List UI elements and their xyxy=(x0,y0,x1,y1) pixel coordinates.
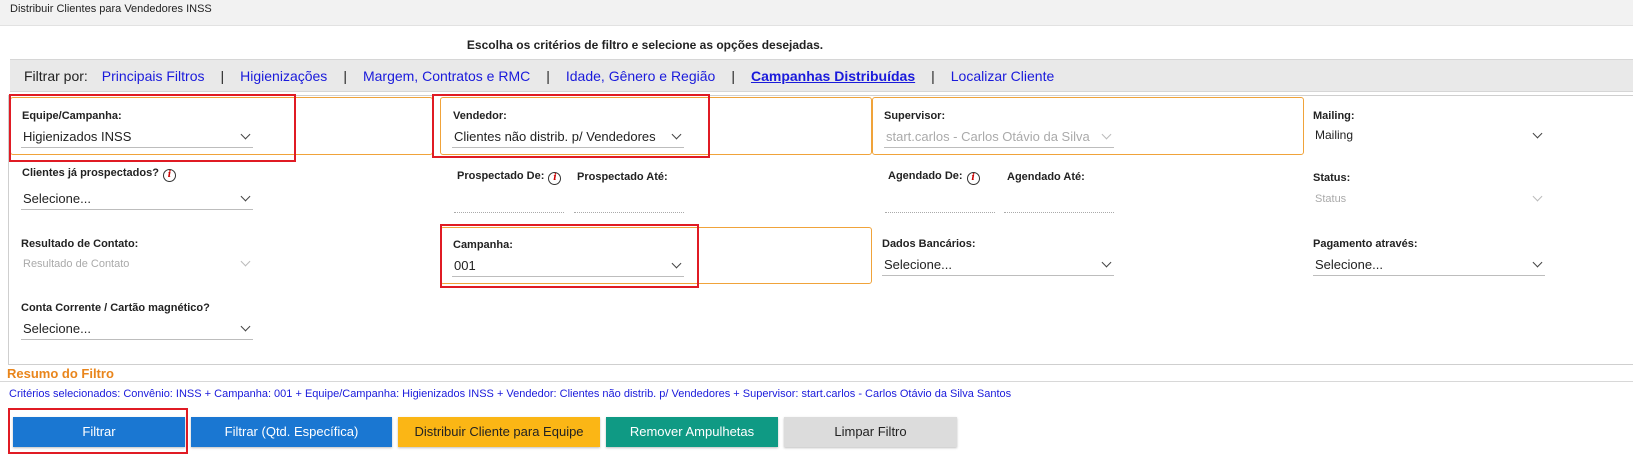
filter-tabs-bar: Filtrar por: Principais Filtros | Higien… xyxy=(10,59,1633,92)
dados-bancarios-select[interactable]: Selecione... xyxy=(882,254,1114,276)
tab-separator: | xyxy=(343,67,347,84)
agendado-de-input[interactable] xyxy=(885,193,995,213)
chevron-down-icon xyxy=(240,256,251,267)
prospectado-de-label: Prospectado De: i xyxy=(457,170,562,185)
conta-corrente-label: Conta Corrente / Cartão magnético? xyxy=(21,302,210,314)
tab-separator: | xyxy=(731,67,735,84)
chevron-down-icon xyxy=(671,129,682,140)
status-label: Status: xyxy=(1313,172,1351,184)
status-select[interactable]: Status xyxy=(1313,188,1545,210)
chevron-down-icon xyxy=(240,191,251,202)
dados-bancarios-value: Selecione... xyxy=(884,257,952,272)
prospectado-ate-label: Prospectado Até: xyxy=(577,171,668,183)
prospectado-de-text: Prospectado De: xyxy=(457,170,545,182)
supervisor-value: start.carlos - Carlos Otávio da Silva xyxy=(886,129,1090,144)
chevron-down-icon xyxy=(1532,257,1543,268)
resultado-contato-select[interactable]: Resultado de Contato xyxy=(21,253,253,275)
agendado-ate-label: Agendado Até: xyxy=(1007,171,1085,183)
status-value: Status xyxy=(1315,193,1347,205)
clientes-prospectados-label: Clientes já prospectados? i xyxy=(22,167,176,182)
tab-separator: | xyxy=(546,67,550,84)
conta-corrente-select[interactable]: Selecione... xyxy=(21,318,253,340)
selected-criteria-text: Critérios selecionados: Convênio: INSS +… xyxy=(9,388,1012,400)
prospectado-de-input[interactable] xyxy=(454,193,564,213)
tab-margem-contratos-rmc[interactable]: Margem, Contratos e RMC xyxy=(363,68,530,84)
agendado-ate-input[interactable] xyxy=(1004,193,1114,213)
pagamento-atraves-label: Pagamento através: xyxy=(1313,238,1418,250)
tab-higienizacoes[interactable]: Higienizações xyxy=(240,68,327,84)
pagamento-atraves-value: Selecione... xyxy=(1315,257,1383,272)
remover-ampulhetas-button[interactable]: Remover Ampulhetas xyxy=(606,417,778,447)
supervisor-select[interactable]: start.carlos - Carlos Otávio da Silva xyxy=(884,126,1114,148)
chevron-down-icon xyxy=(1532,128,1543,139)
chevron-down-icon xyxy=(240,129,251,140)
clientes-prospectados-value: Selecione... xyxy=(23,191,91,206)
filter-by-label: Filtrar por: xyxy=(24,67,88,84)
supervisor-label: Supervisor: xyxy=(884,110,946,122)
mailing-label: Mailing: xyxy=(1313,110,1355,122)
agendado-de-label: Agendado De: i xyxy=(888,170,980,185)
chevron-down-icon xyxy=(671,258,682,269)
tab-separator: | xyxy=(220,67,225,84)
campanha-select[interactable]: 001 xyxy=(452,255,684,277)
chevron-down-icon xyxy=(1101,257,1112,268)
equipe-campanha-value: Higienizados INSS xyxy=(23,129,132,144)
tab-localizar-cliente[interactable]: Localizar Cliente xyxy=(951,68,1055,84)
info-icon: i xyxy=(966,172,980,185)
tab-separator: | xyxy=(931,67,935,84)
prospectado-ate-input[interactable] xyxy=(574,193,684,213)
distribuir-cliente-button[interactable]: Distribuir Cliente para Equipe xyxy=(398,417,600,447)
conta-corrente-value: Selecione... xyxy=(23,321,91,336)
agendado-de-text: Agendado De: xyxy=(888,170,963,182)
resumo-title: Resumo do Filtro xyxy=(7,366,114,381)
campanha-value: 001 xyxy=(454,258,476,273)
resumo-divider xyxy=(0,381,1633,382)
pagamento-atraves-select[interactable]: Selecione... xyxy=(1313,254,1545,276)
info-icon: i xyxy=(548,172,562,185)
mailing-select[interactable]: Mailing xyxy=(1313,125,1545,147)
tab-principais-filtros[interactable]: Principais Filtros xyxy=(102,68,205,84)
clientes-prospectados-text: Clientes já prospectados? xyxy=(22,167,159,179)
info-icon: i xyxy=(162,169,176,182)
vendedor-label: Vendedor: xyxy=(453,110,507,122)
equipe-campanha-select[interactable]: Higienizados INSS xyxy=(21,126,253,148)
limpar-filtro-button[interactable]: Limpar Filtro xyxy=(784,417,957,447)
filtrar-button[interactable]: Filtrar xyxy=(13,417,185,447)
resultado-contato-value: Resultado de Contato xyxy=(23,258,130,270)
dados-bancarios-label: Dados Bancários: xyxy=(882,238,976,250)
window-title: Distribuir Clientes para Vendedores INSS xyxy=(10,3,212,15)
campanha-label: Campanha: xyxy=(453,239,513,251)
clientes-prospectados-select[interactable]: Selecione... xyxy=(21,188,253,210)
chevron-down-icon xyxy=(1532,191,1543,202)
vendedor-value: Clientes não distrib. p/ Vendedores xyxy=(454,129,656,144)
instructions-text: Escolha os critérios de filtro e selecio… xyxy=(466,38,824,52)
vendedor-select[interactable]: Clientes não distrib. p/ Vendedores xyxy=(452,126,684,148)
tab-campanhas-distribuidas[interactable]: Campanhas Distribuídas xyxy=(751,68,915,84)
mailing-value: Mailing xyxy=(1315,128,1354,142)
equipe-campanha-label: Equipe/Campanha: xyxy=(22,110,122,122)
filtrar-qtd-especifica-button[interactable]: Filtrar (Qtd. Específica) xyxy=(191,417,392,447)
window-titlebar: Distribuir Clientes para Vendedores INSS xyxy=(0,0,1633,26)
tab-idade-genero-regiao[interactable]: Idade, Gênero e Região xyxy=(566,68,715,84)
resultado-contato-label: Resultado de Contato: xyxy=(21,238,139,250)
chevron-down-icon xyxy=(240,321,251,332)
chevron-down-icon xyxy=(1101,129,1112,140)
